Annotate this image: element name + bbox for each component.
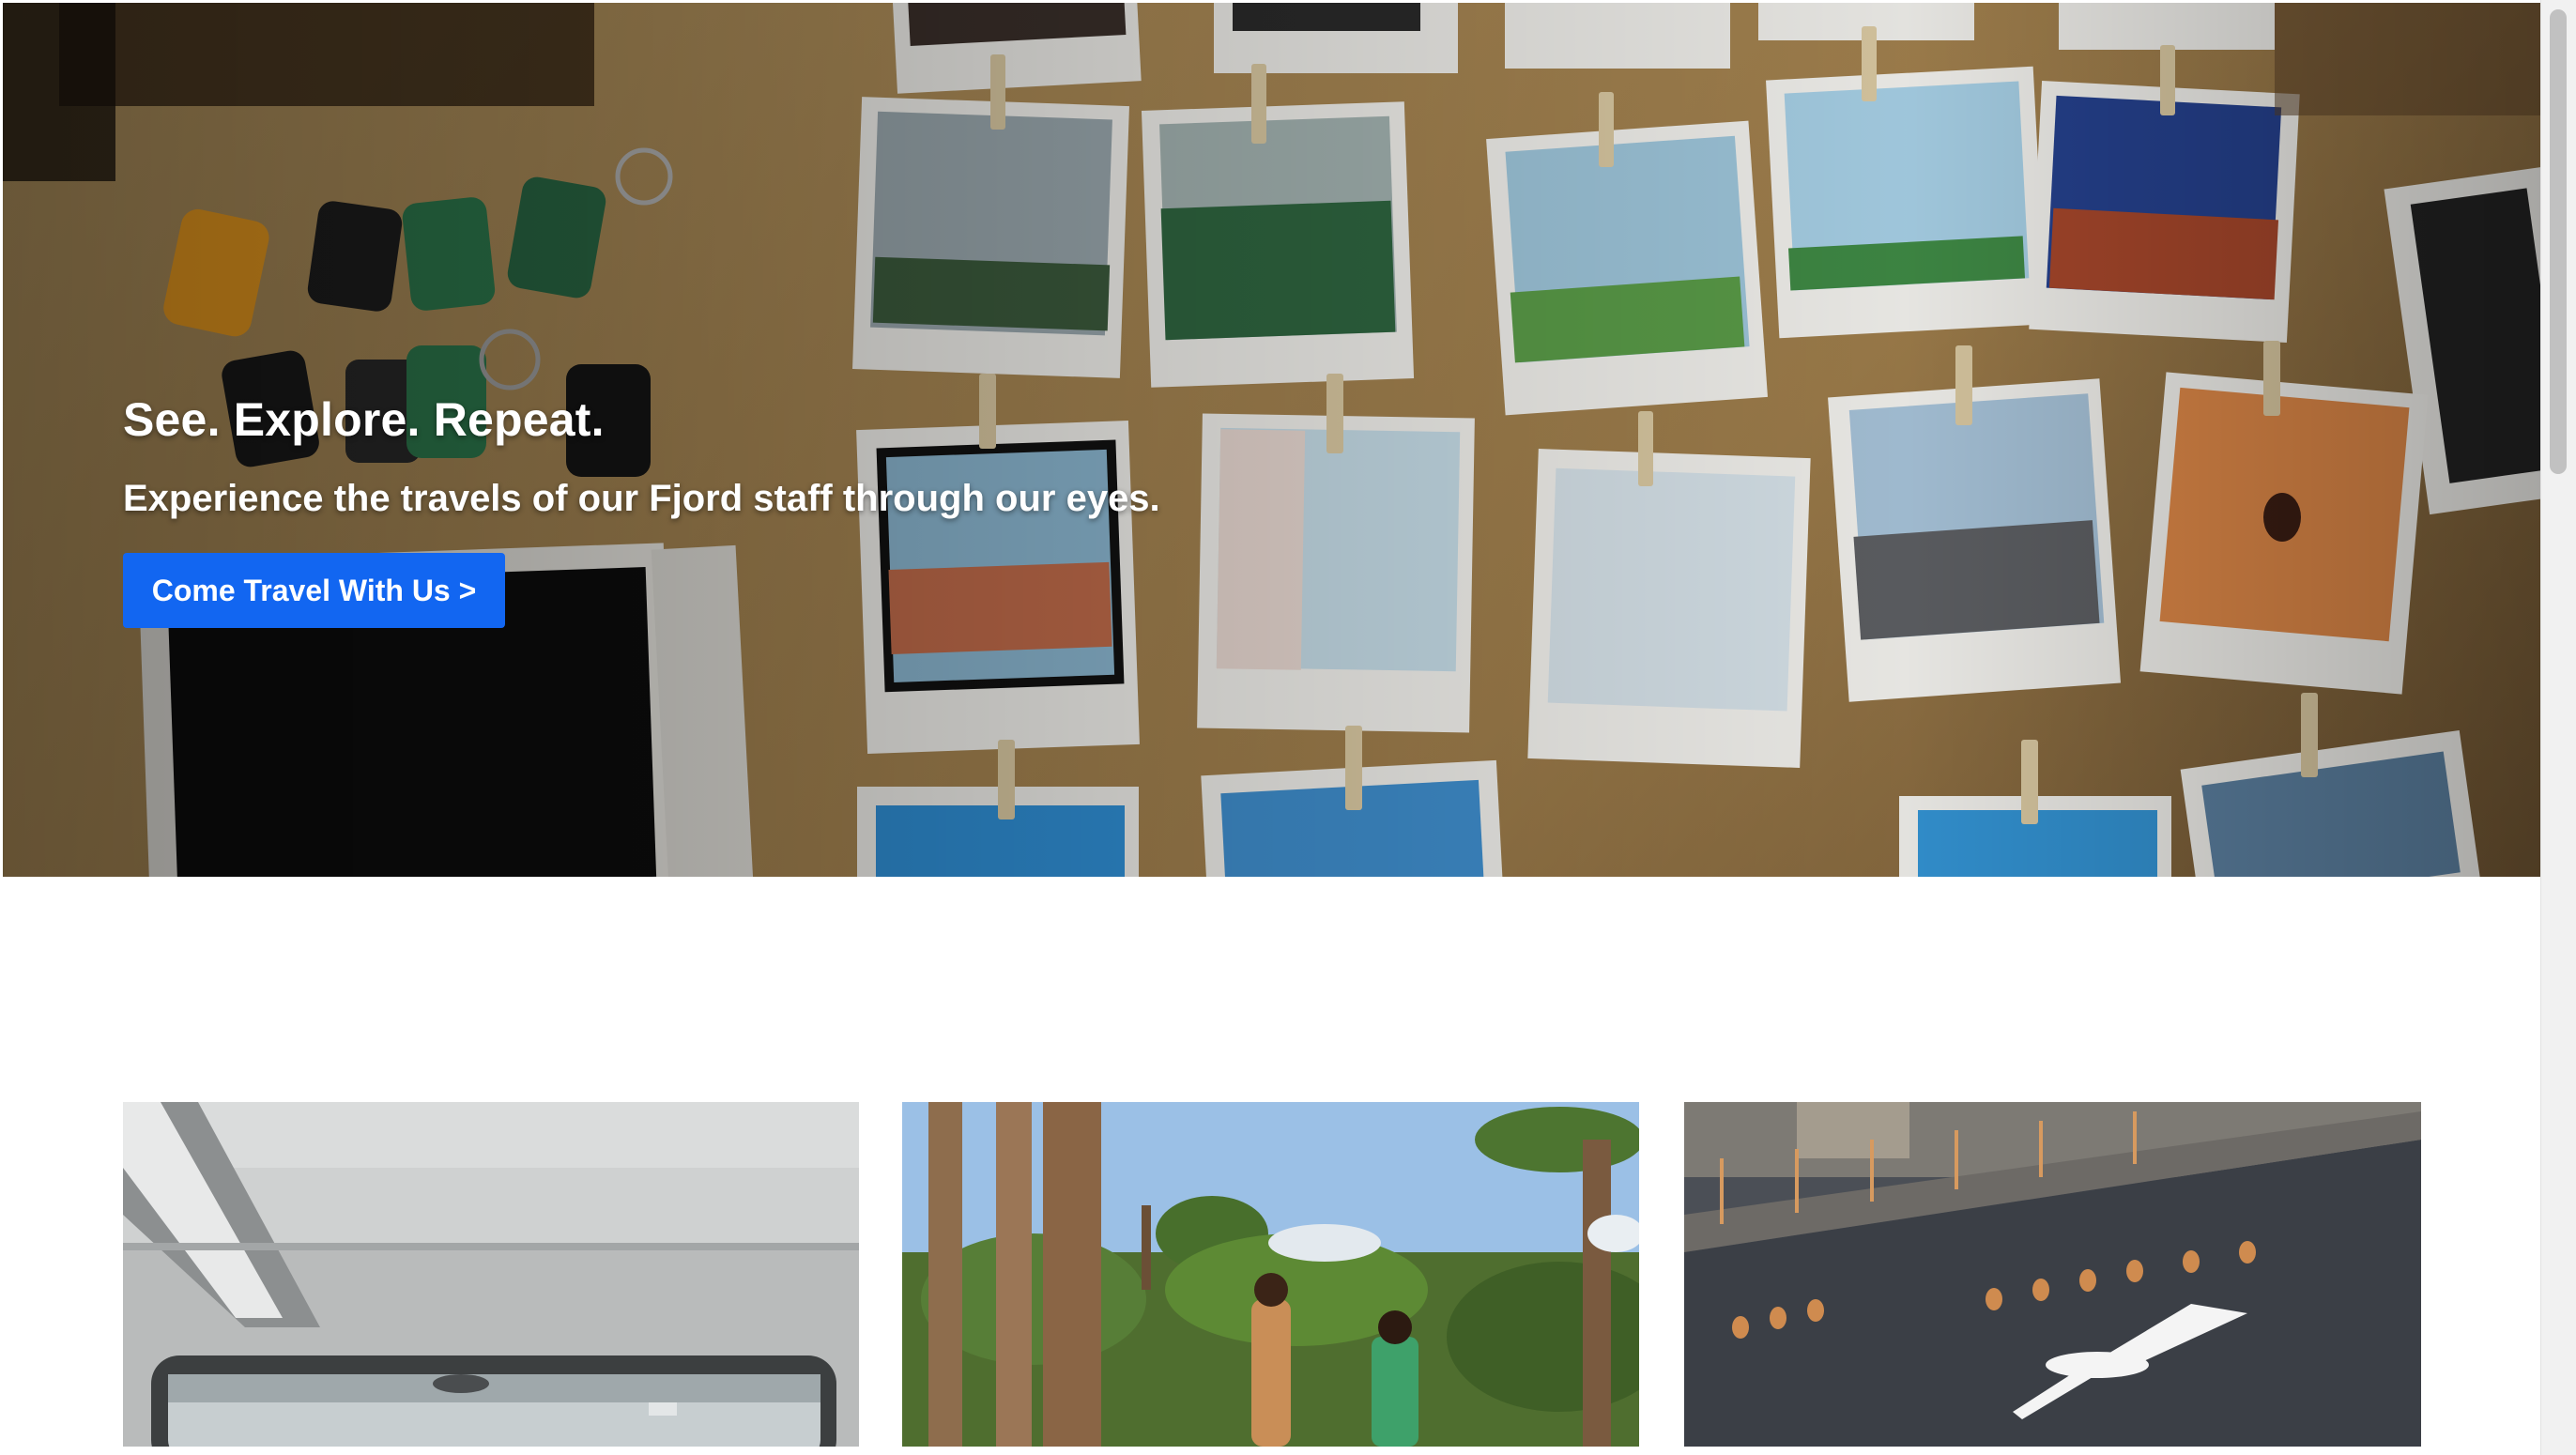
hero-subtitle: Experience the travels of our Fjord staf… [123, 478, 1160, 519]
hero-title: See. Explore. Repeat. [123, 393, 605, 446]
travel-card-ferry[interactable] [123, 1102, 859, 1447]
ship-seagull-image [1684, 1102, 2421, 1447]
come-travel-button[interactable]: Come Travel With Us > [123, 553, 505, 628]
travel-card-ship[interactable] [1684, 1102, 2421, 1447]
page-viewport: See. Explore. Repeat. Experience the tra… [0, 0, 2540, 1455]
scrollbar-thumb[interactable] [2550, 9, 2567, 474]
travel-card-baobab[interactable] [902, 1102, 1639, 1447]
hero-banner: See. Explore. Repeat. Experience the tra… [3, 3, 2540, 877]
hero-text-block: See. Explore. Repeat. Experience the tra… [123, 383, 1160, 535]
vertical-scrollbar[interactable] [2540, 0, 2576, 1455]
ferry-window-image [123, 1102, 859, 1447]
baobab-women-image [902, 1102, 1639, 1447]
